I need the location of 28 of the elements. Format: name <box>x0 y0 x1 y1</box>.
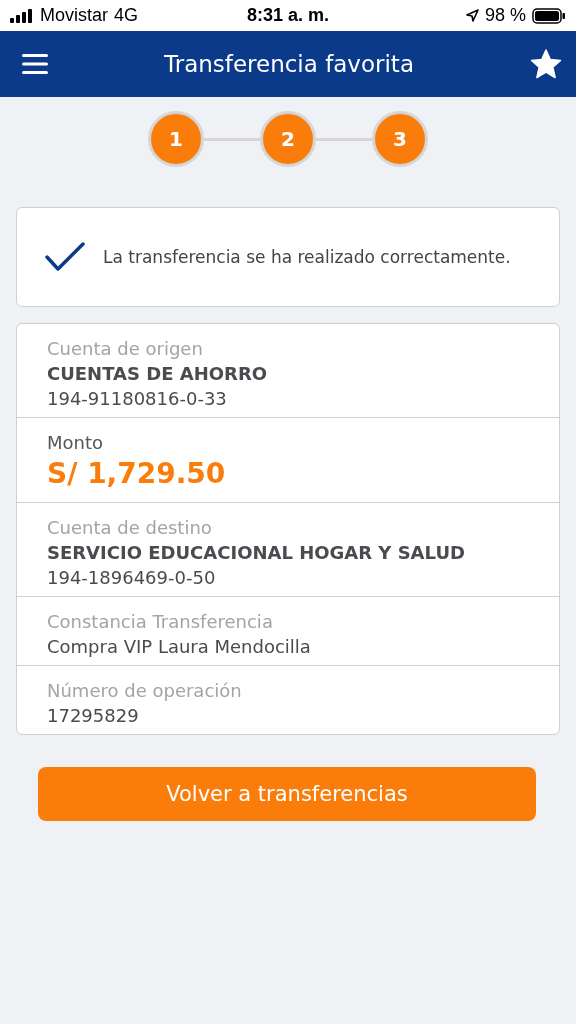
step-circle: 1 <box>148 111 204 167</box>
field-label: Cuenta de destino <box>47 517 213 538</box>
star-icon[interactable] <box>530 49 562 79</box>
field-label: Constancia Transferencia <box>47 611 274 632</box>
account-name: SERVICIO EDUCACIONAL HOGAR Y SALUD <box>47 542 466 563</box>
field-label: Número de operación <box>47 680 243 701</box>
status-time: 8:31 a. m. <box>247 5 329 26</box>
checkmark-icon <box>45 242 85 272</box>
battery-percent: 98 % <box>484 5 526 26</box>
account-name: CUENTAS DE AHORRO <box>47 363 269 384</box>
field-label: Cuenta de origen <box>47 338 204 359</box>
step-circle: 3 <box>372 111 428 167</box>
signal-icon <box>10 8 34 23</box>
field-value: 17295829 <box>47 705 140 726</box>
menu-icon[interactable] <box>22 53 48 75</box>
field-value: Compra VIP Laura Mendocilla <box>47 636 312 657</box>
location-arrow-icon <box>465 9 479 22</box>
back-to-transfers-button[interactable]: Volver a transferencias <box>38 767 536 821</box>
carrier-name: Movistar <box>40 5 108 26</box>
step-circle: 2 <box>260 111 316 167</box>
field-label: Monto <box>47 432 105 453</box>
battery-icon <box>532 7 566 24</box>
screen-title: Transferencia favorita <box>164 51 414 77</box>
network-type: 4G <box>114 5 139 26</box>
success-message: La transferencia se ha realizado correctamente. <box>103 247 511 267</box>
account-number: 194-91180816-0-33 <box>47 388 228 409</box>
amount-value: S/ 1,729.50 <box>47 457 227 492</box>
account-number: 194-1896469-0-50 <box>47 567 217 588</box>
